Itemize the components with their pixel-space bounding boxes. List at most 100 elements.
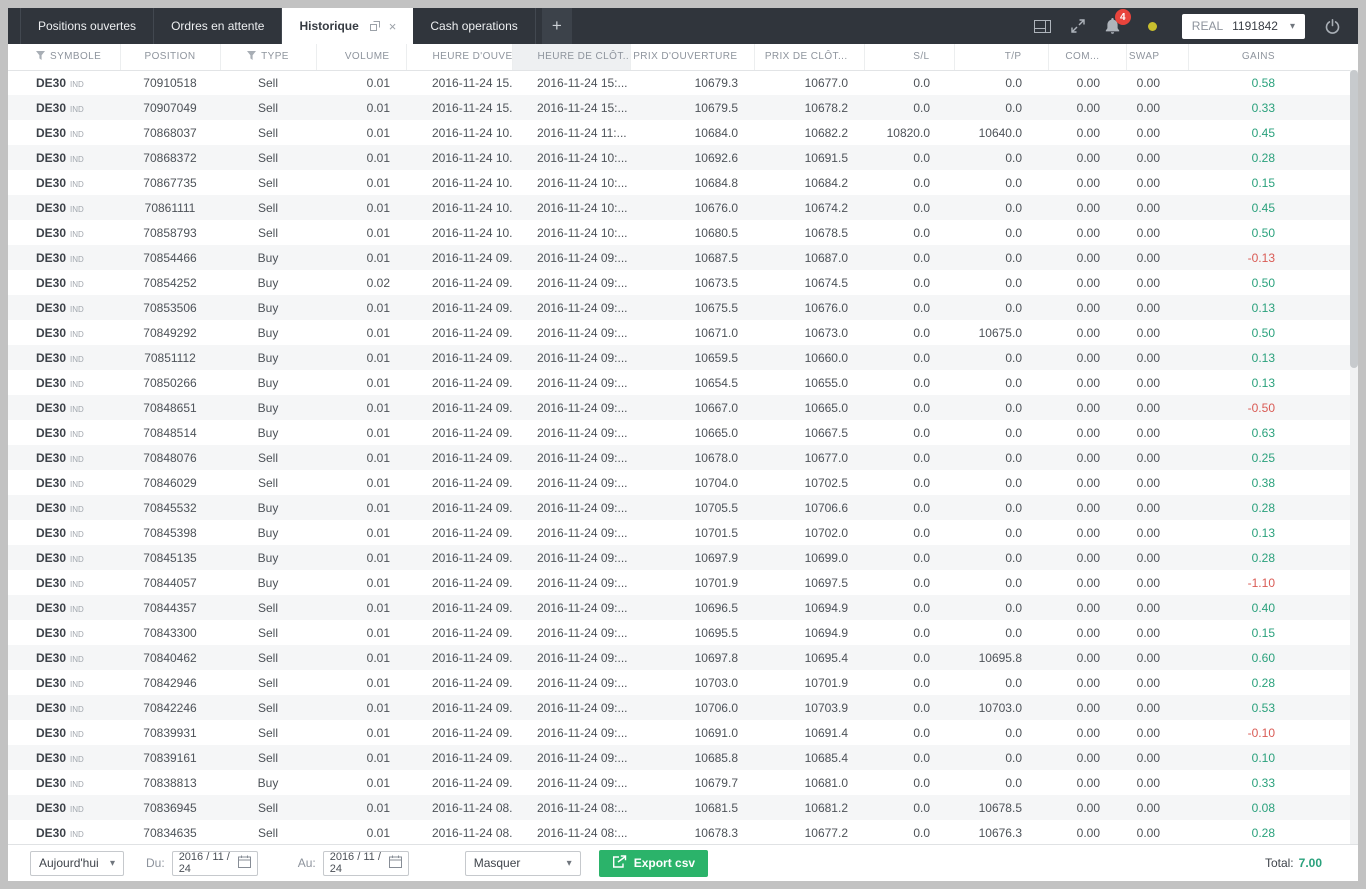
cell-open_time: 2016-11-24 09... <box>406 295 512 320</box>
history-row[interactable]: DE30IND70848514Buy0.012016-11-24 09...20… <box>8 420 1350 445</box>
add-tab-button[interactable]: + <box>542 8 572 44</box>
tab-historique[interactable]: Historique× <box>282 8 413 44</box>
filter-icon[interactable] <box>36 51 45 63</box>
cell-close_time: 2016-11-24 10:... <box>512 145 630 170</box>
history-row[interactable]: DE30IND70868372Sell0.012016-11-24 10...2… <box>8 145 1350 170</box>
calendar-icon[interactable] <box>389 855 402 871</box>
cell-position: 70861111 <box>120 195 220 220</box>
cell-type: Sell <box>220 220 316 245</box>
history-row[interactable]: DE30IND70834635Sell0.012016-11-24 08...2… <box>8 820 1350 844</box>
column-header-type[interactable]: TYPE <box>220 44 316 70</box>
column-header-volume[interactable]: VOLUME <box>316 44 406 70</box>
column-header-sl[interactable]: S/L <box>864 44 954 70</box>
layout-icon[interactable] <box>1034 20 1051 33</box>
history-row[interactable]: DE30IND70853506Buy0.012016-11-24 09...20… <box>8 295 1350 320</box>
history-row[interactable]: DE30IND70848076Sell0.012016-11-24 09...2… <box>8 445 1350 470</box>
history-row[interactable]: DE30IND70848651Buy0.012016-11-24 09...20… <box>8 395 1350 420</box>
column-header-open_time[interactable]: HEURE D'OUVE... <box>406 44 512 70</box>
filter-icon[interactable] <box>247 51 256 63</box>
history-panel: SYMBOLEPOSITIONTYPEVOLUMEHEURE D'OUVE...… <box>8 44 1358 844</box>
cell-symbol: DE30IND <box>8 470 120 495</box>
cell-close_time: 2016-11-24 10:... <box>512 220 630 245</box>
symbol-name: DE30 <box>36 126 66 140</box>
cell-close_price: 10678.5 <box>754 220 864 245</box>
cell-gains: -1.10 <box>1188 570 1350 595</box>
fullscreen-icon[interactable] <box>1071 19 1085 33</box>
cell-swap: 0.00 <box>1126 770 1188 795</box>
symbol-name: DE30 <box>36 376 66 390</box>
history-row[interactable]: DE30IND70846029Sell0.012016-11-24 09...2… <box>8 470 1350 495</box>
history-row[interactable]: DE30IND70849292Buy0.012016-11-24 09...20… <box>8 320 1350 345</box>
calendar-icon[interactable] <box>238 855 251 871</box>
history-row[interactable]: DE30IND70867735Sell0.012016-11-24 10...2… <box>8 170 1350 195</box>
history-row[interactable]: DE30IND70842246Sell0.012016-11-24 09...2… <box>8 695 1350 720</box>
symbol-suffix: IND <box>70 530 84 539</box>
tab-bar: Positions ouvertesOrdres en attenteHisto… <box>20 8 536 44</box>
cell-type: Sell <box>220 820 316 844</box>
symbol-name: DE30 <box>36 301 66 315</box>
history-row[interactable]: DE30IND70868037Sell0.012016-11-24 10...2… <box>8 120 1350 145</box>
column-header-close_price[interactable]: PRIX DE CLÔT... <box>754 44 864 70</box>
history-row[interactable]: DE30IND70839161Sell0.012016-11-24 09...2… <box>8 745 1350 770</box>
history-row[interactable]: DE30IND70836945Sell0.012016-11-24 08...2… <box>8 795 1350 820</box>
history-row[interactable]: DE30IND70851112Buy0.012016-11-24 09...20… <box>8 345 1350 370</box>
to-label: Au: <box>298 856 316 870</box>
account-selector[interactable]: REAL 1191842 ▾ <box>1182 14 1305 39</box>
cell-open_time: 2016-11-24 09... <box>406 520 512 545</box>
cell-gains: 0.40 <box>1188 595 1350 620</box>
column-header-close_time[interactable]: HEURE DE CLÔT... <box>512 44 630 70</box>
popout-icon[interactable] <box>370 21 380 31</box>
history-row[interactable]: DE30IND70861111Sell0.012016-11-24 10...2… <box>8 195 1350 220</box>
history-row[interactable]: DE30IND70907049Sell0.012016-11-24 15...2… <box>8 95 1350 120</box>
cell-open_price: 10704.0 <box>630 470 754 495</box>
symbol-suffix: IND <box>70 755 84 764</box>
history-row[interactable]: DE30IND70845532Buy0.012016-11-24 09...20… <box>8 495 1350 520</box>
column-header-tp[interactable]: T/P <box>954 44 1048 70</box>
history-row[interactable]: DE30IND70850266Buy0.012016-11-24 09...20… <box>8 370 1350 395</box>
history-row[interactable]: DE30IND70845135Buy0.012016-11-24 09...20… <box>8 545 1350 570</box>
cell-open_price: 10681.5 <box>630 795 754 820</box>
history-row[interactable]: DE30IND70858793Sell0.012016-11-24 10...2… <box>8 220 1350 245</box>
close-tab-icon[interactable]: × <box>389 20 397 33</box>
to-date-input[interactable]: 2016 / 11 / 24 <box>323 851 409 876</box>
tab-ordres-en-attente[interactable]: Ordres en attente <box>154 8 282 44</box>
history-row[interactable]: DE30IND70839931Sell0.012016-11-24 09...2… <box>8 720 1350 745</box>
history-row[interactable]: DE30IND70840462Sell0.012016-11-24 09...2… <box>8 645 1350 670</box>
history-row[interactable]: DE30IND70845398Buy0.012016-11-24 09...20… <box>8 520 1350 545</box>
cell-sl: 0.0 <box>864 720 954 745</box>
column-header-symbol[interactable]: SYMBOLE <box>8 44 120 70</box>
column-header-com[interactable]: COM... <box>1048 44 1126 70</box>
cell-gains: 0.08 <box>1188 795 1350 820</box>
cell-swap: 0.00 <box>1126 645 1188 670</box>
power-icon[interactable] <box>1325 19 1340 34</box>
history-row[interactable]: DE30IND70842946Sell0.012016-11-24 09...2… <box>8 670 1350 695</box>
visibility-select[interactable]: Masquer ▾ <box>465 851 581 876</box>
column-header-swap[interactable]: SWAP <box>1126 44 1188 70</box>
cell-close_price: 10684.2 <box>754 170 864 195</box>
scrollbar-thumb[interactable] <box>1350 70 1358 368</box>
cell-open_price: 10671.0 <box>630 320 754 345</box>
from-date-input[interactable]: 2016 / 11 / 24 <box>172 851 258 876</box>
tab-cash-operations[interactable]: Cash operations <box>413 8 535 44</box>
period-select[interactable]: Aujourd'hui ▾ <box>30 851 124 876</box>
column-header-position[interactable]: POSITION <box>120 44 220 70</box>
export-csv-button[interactable]: Export csv <box>599 850 708 877</box>
cell-gains: -0.10 <box>1188 720 1350 745</box>
history-row[interactable]: DE30IND70854252Buy0.022016-11-24 09...20… <box>8 270 1350 295</box>
cell-com: 0.00 <box>1048 595 1126 620</box>
cell-type: Buy <box>220 495 316 520</box>
cell-symbol: DE30IND <box>8 695 120 720</box>
history-row[interactable]: DE30IND70844057Buy0.012016-11-24 09...20… <box>8 570 1350 595</box>
history-row[interactable]: DE30IND70838813Buy0.012016-11-24 09...20… <box>8 770 1350 795</box>
history-row[interactable]: DE30IND70843300Sell0.012016-11-24 09...2… <box>8 620 1350 645</box>
history-row[interactable]: DE30IND70854466Buy0.012016-11-24 09...20… <box>8 245 1350 270</box>
history-row[interactable]: DE30IND70844357Sell0.012016-11-24 09...2… <box>8 595 1350 620</box>
vertical-scrollbar[interactable] <box>1350 70 1358 844</box>
cell-symbol: DE30IND <box>8 95 120 120</box>
notifications-bell-icon[interactable]: 4 <box>1105 18 1120 34</box>
column-header-gains[interactable]: GAINS <box>1188 44 1350 70</box>
history-row[interactable]: DE30IND70910518Sell0.012016-11-24 15...2… <box>8 70 1350 95</box>
column-header-open_price[interactable]: PRIX D'OUVERTURE <box>630 44 754 70</box>
tab-positions-ouvertes[interactable]: Positions ouvertes <box>20 8 154 44</box>
cell-com: 0.00 <box>1048 495 1126 520</box>
